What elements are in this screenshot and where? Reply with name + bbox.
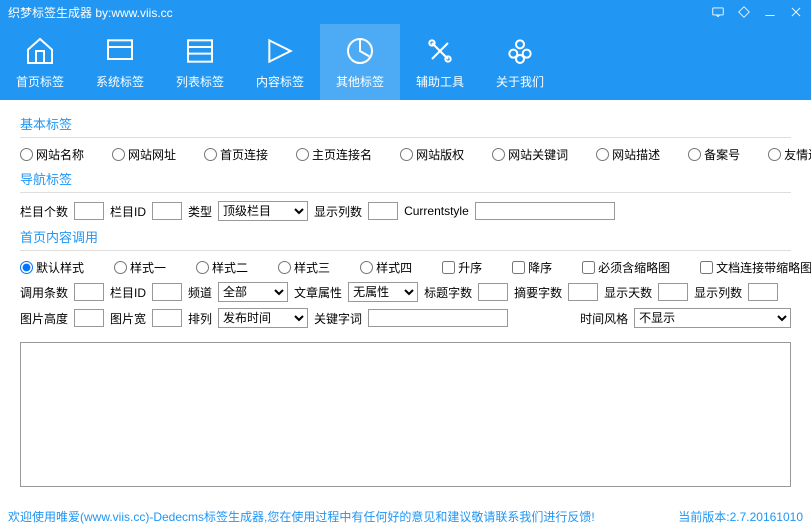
select-nav-type[interactable]: 顶级栏目 (218, 201, 308, 221)
input-titlelen[interactable] (478, 283, 508, 301)
divider (20, 250, 791, 251)
label-nav-curstyle: Currentstyle (404, 204, 469, 218)
input-imgh[interactable] (74, 309, 104, 327)
label-nav-count: 栏目个数 (20, 203, 68, 220)
basic-radio-group: 网站名称 网站网址 首页连接 主页连接名 网站版权 网站关键词 网站描述 备案号… (20, 146, 791, 163)
select-timestyle[interactable]: 不显示 (634, 308, 791, 328)
radio-home-link-name[interactable]: 主页连接名 (296, 146, 372, 163)
tab-home-tags[interactable]: 首页标签 (0, 24, 80, 100)
footer: 欢迎使用唯爱(www.viis.cc)-Dedecms标签生成器,您在使用过程中… (0, 505, 811, 527)
input-nav-curstyle[interactable] (475, 202, 615, 220)
label-titlelen: 标题字数 (424, 284, 472, 301)
label-imgw: 图片宽 (110, 310, 146, 327)
input-nav-id[interactable] (152, 202, 182, 220)
input-rows[interactable] (74, 283, 104, 301)
minimize-icon[interactable] (763, 5, 777, 19)
window-controls (711, 5, 803, 19)
tab-system-tags[interactable]: 系统标签 (80, 24, 160, 100)
divider (20, 192, 791, 193)
toolbar-label: 列表标签 (176, 73, 224, 90)
nav-row: 栏目个数 栏目ID 类型 顶级栏目 显示列数 Currentstyle (20, 201, 791, 221)
select-order[interactable]: 发布时间 (218, 308, 308, 328)
radio-style-default[interactable]: 默认样式 (20, 259, 84, 276)
section-nav-title: 导航标签 (20, 169, 791, 188)
toolbar-label: 其他标签 (336, 73, 384, 90)
output-textarea[interactable] (20, 342, 791, 487)
input-days[interactable] (658, 283, 688, 301)
check-thumb[interactable]: 必须含缩略图 (582, 259, 670, 276)
tab-other-tags[interactable]: 其他标签 (320, 24, 400, 100)
chat-icon[interactable] (711, 5, 725, 19)
section-basic-title: 基本标签 (20, 114, 791, 133)
label-nav-id: 栏目ID (110, 203, 146, 220)
diamond-icon[interactable] (737, 5, 751, 19)
radio-style-3[interactable]: 样式三 (278, 259, 330, 276)
toolbar-label: 关于我们 (496, 73, 544, 90)
divider (20, 137, 791, 138)
label-order: 排列 (188, 310, 212, 327)
radio-site-url[interactable]: 网站网址 (112, 146, 176, 163)
input-nav-count[interactable] (74, 202, 104, 220)
label-keyword: 关键字词 (314, 310, 362, 327)
input-keyword[interactable] (368, 309, 508, 327)
radio-style-1[interactable]: 样式一 (114, 259, 166, 276)
home-params-row2: 图片高度 图片宽 排列 发布时间 关键字词 时间风格 不显示 (20, 308, 791, 328)
tab-content-tags[interactable]: 内容标签 (240, 24, 320, 100)
titlebar: 织梦标签生成器 by:www.viis.cc (0, 0, 811, 24)
label-nav-type: 类型 (188, 203, 212, 220)
input-nav-cols[interactable] (368, 202, 398, 220)
radio-icp[interactable]: 备案号 (688, 146, 740, 163)
radio-home-link[interactable]: 首页连接 (204, 146, 268, 163)
toolbar-label: 辅助工具 (416, 73, 464, 90)
tab-tools[interactable]: 辅助工具 (400, 24, 480, 100)
label-channel: 频道 (188, 284, 212, 301)
toolbar-label: 首页标签 (16, 73, 64, 90)
toolbar-label: 内容标签 (256, 73, 304, 90)
input-colid[interactable] (152, 283, 182, 301)
radio-style-2[interactable]: 样式二 (196, 259, 248, 276)
tab-list-tags[interactable]: 列表标签 (160, 24, 240, 100)
check-asc[interactable]: 升序 (442, 259, 482, 276)
radio-copyright[interactable]: 网站版权 (400, 146, 464, 163)
input-cols[interactable] (748, 283, 778, 301)
app-title: 织梦标签生成器 by:www.viis.cc (8, 4, 173, 21)
section-home-title: 首页内容调用 (20, 227, 791, 246)
label-infolen: 摘要字数 (514, 284, 562, 301)
footer-version: 当前版本:2.7.20161010 (678, 508, 803, 525)
label-colid: 栏目ID (110, 284, 146, 301)
toolbar-label: 系统标签 (96, 73, 144, 90)
label-attr: 文章属性 (294, 284, 342, 301)
home-style-row: 默认样式 样式一 样式二 样式三 样式四 升序 降序 必须含缩略图 文档连接带缩… (20, 259, 791, 276)
check-desc[interactable]: 降序 (512, 259, 552, 276)
input-imgw[interactable] (152, 309, 182, 327)
toolbar: 首页标签 系统标签 列表标签 内容标签 其他标签 辅助工具 关于我们 (0, 24, 811, 100)
footer-welcome: 欢迎使用唯爱(www.viis.cc)-Dedecms标签生成器,您在使用过程中… (8, 508, 595, 525)
radio-friend-link[interactable]: 友情连接 (768, 146, 811, 163)
label-imgh: 图片高度 (20, 310, 68, 327)
select-attr[interactable]: 无属性 (348, 282, 418, 302)
radio-description[interactable]: 网站描述 (596, 146, 660, 163)
label-cols: 显示列数 (694, 284, 742, 301)
check-link-thumb[interactable]: 文档连接带缩略图 (700, 259, 811, 276)
home-params-row1: 调用条数 栏目ID 频道 全部 文章属性 无属性 标题字数 摘要字数 显示天数 … (20, 282, 791, 302)
content-area: 基本标签 网站名称 网站网址 首页连接 主页连接名 网站版权 网站关键词 网站描… (0, 100, 811, 498)
label-days: 显示天数 (604, 284, 652, 301)
radio-site-name[interactable]: 网站名称 (20, 146, 84, 163)
label-timestyle: 时间风格 (580, 310, 628, 327)
close-icon[interactable] (789, 5, 803, 19)
input-infolen[interactable] (568, 283, 598, 301)
label-rows: 调用条数 (20, 284, 68, 301)
tab-about[interactable]: 关于我们 (480, 24, 560, 100)
select-channel[interactable]: 全部 (218, 282, 288, 302)
label-nav-cols: 显示列数 (314, 203, 362, 220)
radio-style-4[interactable]: 样式四 (360, 259, 412, 276)
radio-keywords[interactable]: 网站关键词 (492, 146, 568, 163)
